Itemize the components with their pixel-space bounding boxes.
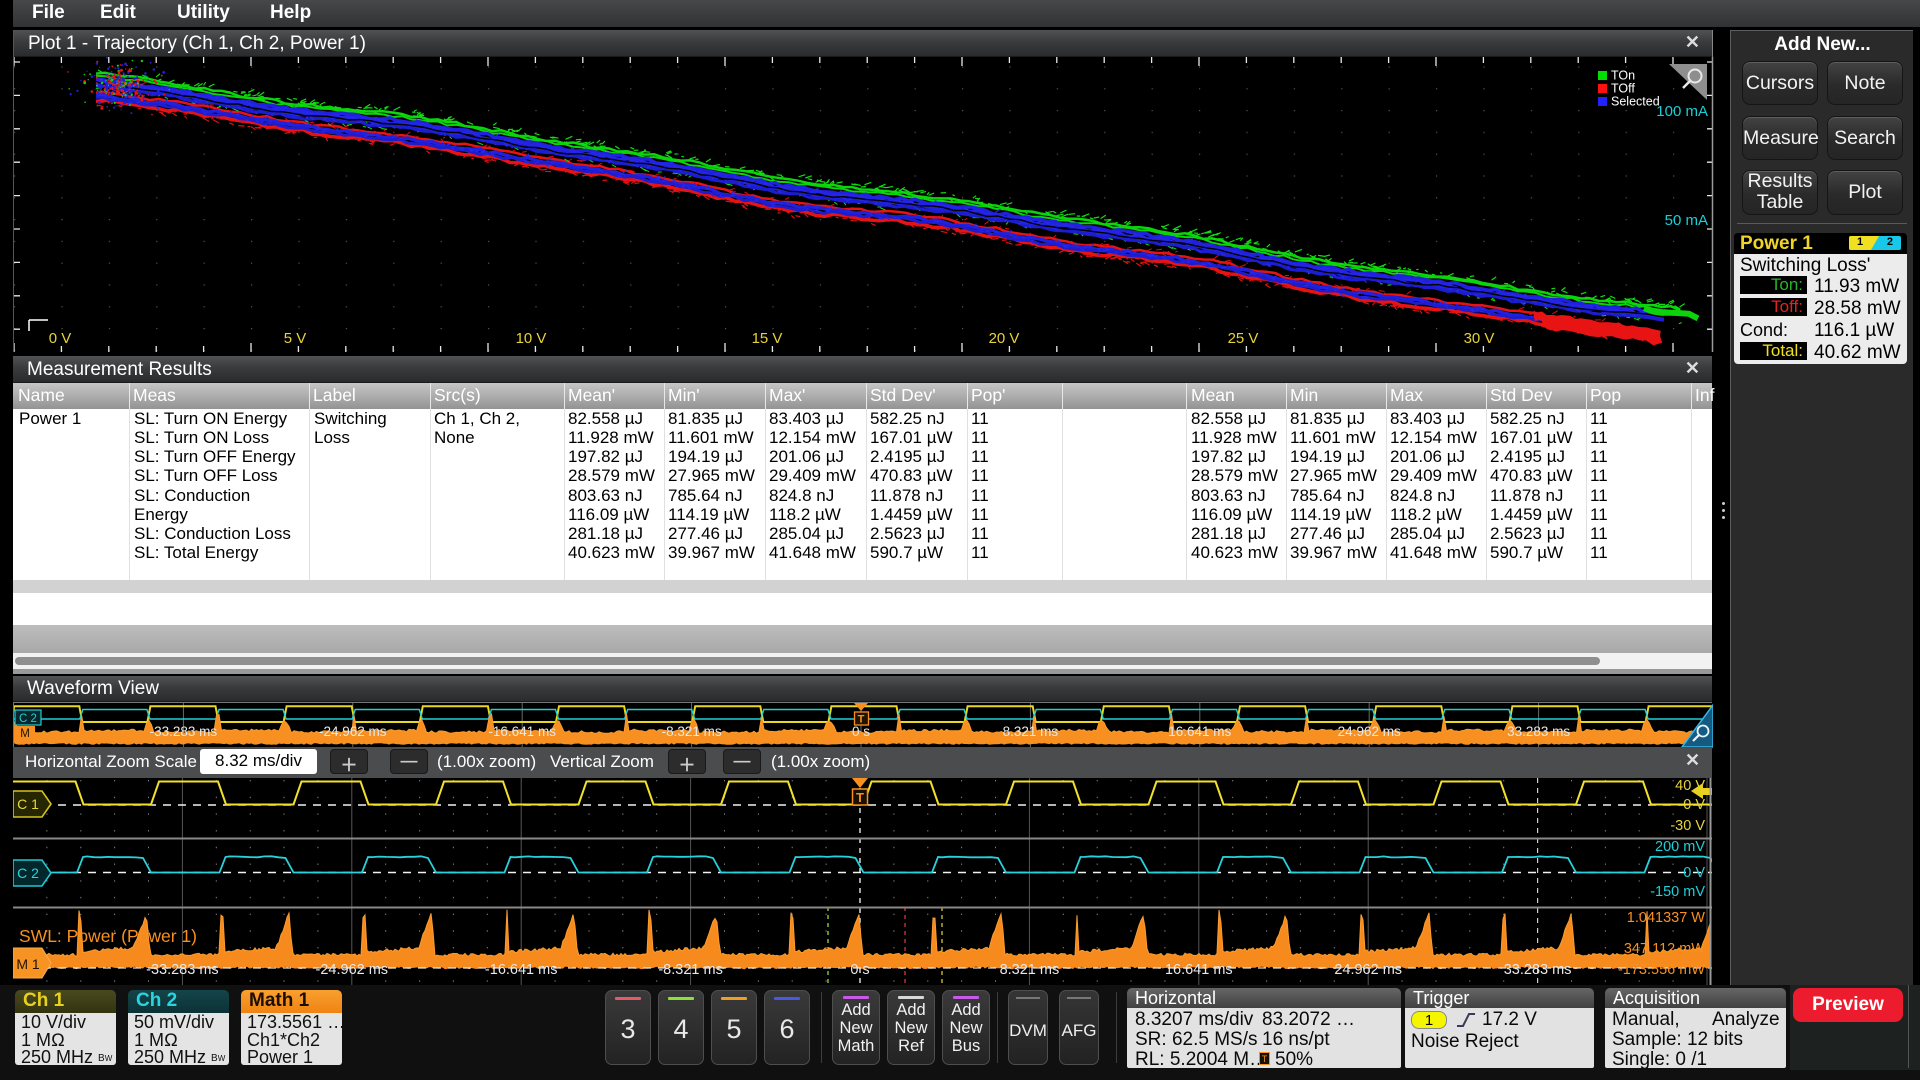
svg-text:20 V: 20 V <box>989 330 1020 347</box>
svg-text:TOff: TOff <box>1611 82 1635 96</box>
svg-text:8.321 ms: 8.321 ms <box>1000 962 1060 978</box>
svg-text:24.962 ms: 24.962 ms <box>1334 962 1402 978</box>
svg-text:24.962 ms: 24.962 ms <box>1338 724 1401 739</box>
svg-text:0 V: 0 V <box>49 330 72 347</box>
svg-text:Selected: Selected <box>1611 95 1660 109</box>
svg-text:C 1: C 1 <box>17 796 39 812</box>
svg-text:-24.962 ms: -24.962 ms <box>319 724 387 739</box>
svg-text:100 mA: 100 mA <box>1656 103 1708 120</box>
svg-text:25 V: 25 V <box>1228 330 1259 347</box>
svg-text:0 V: 0 V <box>1683 797 1705 813</box>
svg-text:-16.641 ms: -16.641 ms <box>485 962 558 978</box>
svg-text:M: M <box>20 728 30 740</box>
svg-text:T: T <box>858 714 865 726</box>
svg-text:16.641 ms: 16.641 ms <box>1165 962 1233 978</box>
svg-text:0 s: 0 s <box>850 962 869 978</box>
svg-text:-33.283 ms: -33.283 ms <box>146 962 219 978</box>
svg-text:200 mV: 200 mV <box>1655 839 1705 855</box>
svg-text:30 V: 30 V <box>1464 330 1495 347</box>
svg-text:16.641 ms: 16.641 ms <box>1168 724 1231 739</box>
svg-text:0 s: 0 s <box>852 724 870 739</box>
svg-text:5 V: 5 V <box>284 330 307 347</box>
svg-text:-30 V: -30 V <box>1670 818 1705 834</box>
svg-text:T: T <box>856 790 864 805</box>
svg-text:-173.556 mW: -173.556 mW <box>1618 962 1705 978</box>
svg-text:TOn: TOn <box>1611 69 1635 83</box>
svg-text:-8.321 ms: -8.321 ms <box>658 962 722 978</box>
svg-text:10 V: 10 V <box>516 330 547 347</box>
svg-text:SWL: Power (Power 1): SWL: Power (Power 1) <box>19 926 197 946</box>
svg-text:C 2: C 2 <box>19 713 37 725</box>
svg-text:-33.283 ms: -33.283 ms <box>150 724 218 739</box>
svg-text:33.283 ms: 33.283 ms <box>1504 962 1572 978</box>
svg-text:-150 mV: -150 mV <box>1650 884 1705 900</box>
svg-text:C 2: C 2 <box>17 865 39 881</box>
svg-text:M 1: M 1 <box>16 956 40 972</box>
svg-text:15 V: 15 V <box>752 330 783 347</box>
svg-text:-8.321 ms: -8.321 ms <box>662 724 722 739</box>
svg-text:-16.641 ms: -16.641 ms <box>488 724 556 739</box>
svg-text:347.112 mW: 347.112 mW <box>1624 941 1705 957</box>
svg-text:-24.962 ms: -24.962 ms <box>316 962 389 978</box>
svg-text:0 V: 0 V <box>1683 865 1705 881</box>
svg-text:33.283 ms: 33.283 ms <box>1507 724 1570 739</box>
svg-text:50 mA: 50 mA <box>1665 212 1708 229</box>
svg-text:1.041337 W: 1.041337 W <box>1627 910 1706 926</box>
svg-text:8.321 ms: 8.321 ms <box>1003 724 1059 739</box>
